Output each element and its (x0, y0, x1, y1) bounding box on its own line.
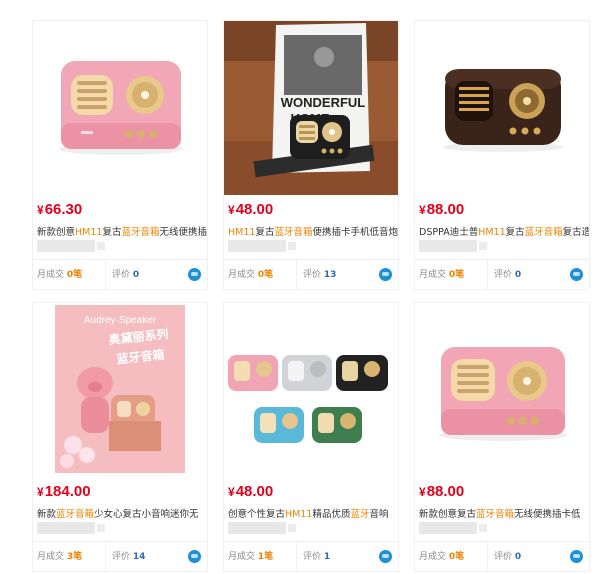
title-text: 音响 (369, 509, 389, 520)
title-keyword: HM11 (478, 227, 506, 238)
speaker-pink (228, 355, 278, 391)
title-text: 便携插卡手机低音炮 (312, 227, 398, 238)
title-keyword: 蓝牙音箱 (274, 227, 313, 238)
product-card[interactable]: ¥88.00 新款创意复古蓝牙音箱无线便携插卡低 月成交 0笔 评价 0 (414, 302, 590, 572)
title-keyword: HM11 (75, 227, 103, 238)
product-stats: 月成交 0笔 评价 0 (415, 259, 589, 290)
product-stats: 月成交 3笔 评价 14 (33, 541, 207, 572)
shop-name-blurred (228, 522, 296, 534)
chat-icon[interactable] (188, 268, 201, 281)
title-text: 复古 (505, 227, 525, 238)
title-text: 新款创意 (37, 227, 76, 238)
monthly-sales: 月成交 0笔 (419, 552, 465, 562)
title-keyword: 蓝牙音箱 (56, 509, 95, 520)
shop-name-blurred (37, 522, 105, 534)
monthly-sales: 月成交 0笔 (419, 270, 465, 280)
product-image[interactable] (415, 21, 589, 195)
review-count[interactable]: 评价 0 (487, 542, 563, 572)
product-price: ¥88.00 (419, 201, 465, 218)
product-price: ¥48.00 (228, 201, 274, 218)
shop-name-blurred (37, 240, 105, 252)
speaker-green (312, 407, 362, 443)
product-card[interactable]: WONDERFUL HOME ¥48.00 HM11复古蓝牙音箱便携插卡手机低音… (223, 20, 399, 290)
title-text: 少女心复古小音响迷你无 (94, 509, 199, 520)
title-keyword: 蓝牙音箱 (121, 227, 160, 238)
title-text: DSPPA迪士普 (419, 227, 479, 238)
product-card[interactable]: ¥48.00 创意个性复古HM11精品优质蓝牙音响 月成交 1笔 评价 1 (223, 302, 399, 572)
monthly-sales: 月成交 0笔 (228, 270, 274, 280)
product-title[interactable]: HM11复古蓝牙音箱便携插卡手机低音炮 (228, 224, 398, 238)
product-title[interactable]: 新款创意HM11复古蓝牙音箱无线便携插 (37, 224, 207, 238)
monthly-sales: 月成交 3笔 (37, 552, 83, 562)
product-title[interactable]: DSPPA迪士普HM11复古蓝牙音箱复古造型 (419, 224, 589, 238)
chat-icon[interactable] (188, 550, 201, 563)
title-text: 复古 (102, 227, 122, 238)
review-count[interactable]: 评价 13 (296, 260, 372, 290)
speaker-black (336, 355, 388, 391)
product-price: ¥88.00 (419, 483, 465, 500)
speaker-silver (282, 355, 332, 391)
product-image[interactable] (224, 303, 398, 477)
title-keyword: HM11 (228, 227, 256, 238)
title-text: 无线便携插 (159, 227, 207, 238)
product-card[interactable]: ¥66.30 新款创意HM11复古蓝牙音箱无线便携插 月成交 0笔 评价 0 (32, 20, 208, 290)
title-text: 新款创意复古 (419, 509, 477, 520)
product-card[interactable]: Audrey·Speaker 奥黛丽系列 蓝牙音箱 ¥184.00 新款蓝牙音箱… (32, 302, 208, 572)
product-price: ¥48.00 (228, 483, 274, 500)
product-title[interactable]: 创意个性复古HM11精品优质蓝牙音响 (228, 506, 398, 520)
product-title[interactable]: 新款蓝牙音箱少女心复古小音响迷你无 (37, 506, 207, 520)
product-stats: 月成交 0笔 评价 0 (33, 259, 207, 290)
chat-icon[interactable] (570, 550, 583, 563)
title-text: 新款 (37, 509, 57, 520)
product-card[interactable]: ¥88.00 DSPPA迪士普HM11复古蓝牙音箱复古造型 月成交 0笔 评价 … (414, 20, 590, 290)
chat-icon[interactable] (379, 268, 392, 281)
title-text: 复古 (255, 227, 275, 238)
monthly-sales: 月成交 0笔 (37, 270, 83, 280)
review-count[interactable]: 评价 0 (487, 260, 563, 290)
chat-icon[interactable] (379, 550, 392, 563)
product-price: ¥184.00 (37, 483, 91, 500)
book-title-line1: WONDERFUL (281, 95, 366, 110)
product-title[interactable]: 新款创意复古蓝牙音箱无线便携插卡低 (419, 506, 589, 520)
title-text: 复古造型 (562, 227, 589, 238)
review-count[interactable]: 评价 0 (105, 260, 181, 290)
product-stats: 月成交 0笔 评价 13 (224, 259, 398, 290)
shop-name-blurred (419, 522, 487, 534)
monthly-sales: 月成交 1笔 (228, 552, 274, 562)
review-count[interactable]: 评价 1 (296, 542, 372, 572)
product-image[interactable]: WONDERFUL HOME (224, 21, 398, 195)
product-image[interactable]: Audrey·Speaker 奥黛丽系列 蓝牙音箱 (33, 303, 207, 477)
product-image[interactable] (33, 21, 207, 195)
banner-text-en: Audrey·Speaker (84, 315, 157, 326)
title-keyword: 蓝牙 (350, 509, 370, 520)
shop-name-blurred (228, 240, 296, 252)
product-stats: 月成交 0笔 评价 0 (415, 541, 589, 572)
title-keyword: 蓝牙音箱 (524, 227, 563, 238)
title-text: 创意个性复古 (228, 509, 286, 520)
title-text: 无线便携插卡低 (514, 509, 581, 520)
title-keyword: HM11 (285, 509, 313, 520)
product-stats: 月成交 1笔 评价 1 (224, 541, 398, 572)
shop-name-blurred (419, 240, 487, 252)
product-price: ¥66.30 (37, 201, 83, 218)
speaker-blue (254, 407, 304, 443)
chat-icon[interactable] (570, 268, 583, 281)
product-image[interactable] (415, 303, 589, 477)
title-text: 精品优质 (312, 509, 351, 520)
title-keyword: 蓝牙音箱 (476, 509, 515, 520)
review-count[interactable]: 评价 14 (105, 542, 181, 572)
